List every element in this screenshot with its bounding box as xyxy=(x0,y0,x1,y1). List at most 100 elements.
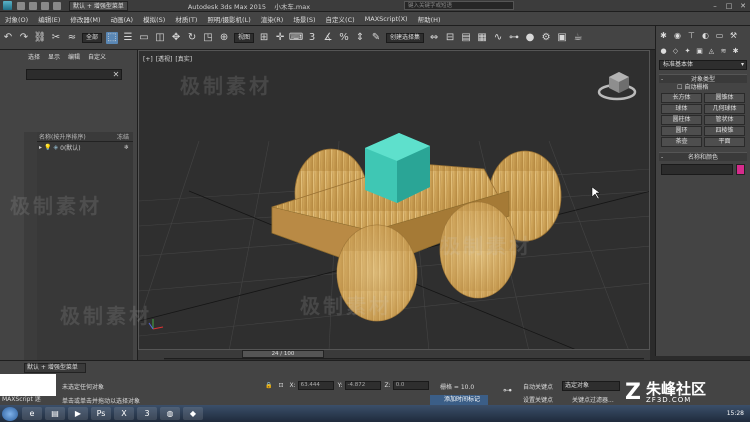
plane-button[interactable]: 平面 xyxy=(704,137,745,147)
start-button-icon[interactable] xyxy=(2,406,18,421)
menu-customize[interactable]: 自定义(C) xyxy=(321,14,360,24)
schematic-view-icon[interactable]: ⊶ xyxy=(508,32,520,44)
maximize-icon[interactable]: □ xyxy=(722,1,736,11)
manipulate-icon[interactable]: ✛ xyxy=(274,32,286,44)
curve-editor-icon[interactable]: ∿ xyxy=(492,32,504,44)
menu-object[interactable]: 对象(O) xyxy=(0,14,33,24)
selection-filter-dropdown[interactable]: 全部 xyxy=(82,32,103,43)
menu-animation[interactable]: 动画(A) xyxy=(106,14,139,24)
snap-toggle-icon[interactable]: 3 xyxy=(306,32,318,44)
shapes-icon[interactable]: ◇ xyxy=(671,47,680,56)
save-file-icon[interactable] xyxy=(41,1,49,10)
z-coordinate-field[interactable]: 0.0 xyxy=(392,381,429,390)
cameras-icon[interactable]: ▣ xyxy=(695,47,704,56)
systems-icon[interactable]: ✱ xyxy=(731,47,740,56)
rectangle-selection-icon[interactable]: ▭ xyxy=(138,32,150,44)
freeze-icon[interactable]: ❄ xyxy=(124,144,129,151)
undo-icon[interactable]: ↶ xyxy=(2,32,14,44)
place-icon[interactable]: ⊕ xyxy=(218,32,230,44)
taskbar-3dsmax-icon[interactable]: 3 xyxy=(137,407,157,420)
sx-menu-customize[interactable]: 自定义 xyxy=(88,52,106,61)
listener-pane[interactable] xyxy=(0,374,56,396)
graphite-ribbon-icon[interactable]: ▦ xyxy=(476,32,488,44)
taskbar-app-icon[interactable]: ◍ xyxy=(160,407,180,420)
menu-simulate[interactable]: 模拟(S) xyxy=(138,14,170,24)
spacewarps-icon[interactable]: ≋ xyxy=(719,47,728,56)
scene-search-input[interactable] xyxy=(26,69,122,80)
app-logo-icon[interactable] xyxy=(3,1,12,10)
display-tab-icon[interactable]: ▭ xyxy=(714,30,725,41)
taskbar-photoshop-icon[interactable]: Ps xyxy=(91,407,111,420)
cylinder-button[interactable]: 圆柱体 xyxy=(661,115,702,125)
column-frozen[interactable]: 冻结 xyxy=(117,132,133,141)
sx-menu-edit[interactable]: 编辑 xyxy=(68,52,80,61)
move-icon[interactable]: ✥ xyxy=(170,32,182,44)
object-color-swatch[interactable] xyxy=(736,164,745,175)
search-input[interactable]: 键入关键字或短语 xyxy=(404,1,515,10)
open-file-icon[interactable] xyxy=(29,1,37,10)
rotate-icon[interactable]: ↻ xyxy=(186,32,198,44)
window-crossing-icon[interactable]: ◫ xyxy=(154,32,166,44)
taskbar-folder-icon[interactable]: ▤ xyxy=(45,407,65,420)
set-key-button[interactable]: 设置关键点 xyxy=(523,395,553,404)
object-name-input[interactable] xyxy=(661,164,733,175)
taskbar-excel-icon[interactable]: X xyxy=(114,407,134,420)
pyramid-button[interactable]: 四棱锥 xyxy=(704,126,745,136)
list-item[interactable]: ▸ 💡 ◈ 0(默认) ❄ xyxy=(37,142,133,152)
render-setup-icon[interactable]: ⚙ xyxy=(540,32,552,44)
link-icon[interactable]: ⛓ xyxy=(34,32,47,44)
perspective-viewport[interactable]: [+] [透视] [真实] xyxy=(138,50,650,350)
key-filters-button[interactable]: 关键点过滤器... xyxy=(572,395,614,404)
keyboard-shortcut-icon[interactable]: ⌨ xyxy=(289,32,303,44)
clear-search-icon[interactable]: ✕ xyxy=(111,69,121,80)
autogrid-checkbox[interactable]: ☐ 自动栅格 xyxy=(659,83,747,92)
sx-menu-display[interactable]: 显示 xyxy=(48,52,60,61)
material-editor-icon[interactable]: ● xyxy=(524,32,536,44)
viewport-shading-label[interactable]: [真实] xyxy=(175,56,192,63)
viewport-menu-label[interactable]: [+] xyxy=(143,56,153,63)
menu-maxscript[interactable]: MAXScript(X) xyxy=(360,15,413,23)
helpers-icon[interactable]: ◬ xyxy=(707,47,716,56)
redo-icon[interactable]: ↷ xyxy=(18,32,30,44)
teapot-button[interactable]: 茶壶 xyxy=(661,137,702,147)
undo-quick-icon[interactable] xyxy=(53,1,61,10)
angle-snap-icon[interactable]: ∡ xyxy=(322,32,334,44)
menu-materials[interactable]: 材质(T) xyxy=(170,14,202,24)
geometry-icon[interactable]: ● xyxy=(659,47,668,56)
align-icon[interactable]: ⊟ xyxy=(444,32,456,44)
menu-modifiers[interactable]: 修改器(M) xyxy=(65,14,105,24)
modify-tab-icon[interactable]: ◉ xyxy=(672,30,683,41)
bind-spacewarp-icon[interactable]: ≈ xyxy=(66,32,78,44)
mirror-icon[interactable]: ⇔ xyxy=(428,32,440,44)
torus-button[interactable]: 圆环 xyxy=(661,126,702,136)
auto-key-button[interactable]: 自动关键点 xyxy=(523,382,553,391)
percent-snap-icon[interactable]: % xyxy=(338,32,350,44)
add-time-tag-button[interactable]: 添加时间标记 xyxy=(430,395,488,405)
viewcube-icon[interactable] xyxy=(597,72,637,101)
lock-icon[interactable]: 🔒 xyxy=(265,382,272,389)
viewport-pov-label[interactable]: [透视] xyxy=(156,56,173,63)
menu-scene[interactable]: 场景(S) xyxy=(288,14,320,24)
render-icon[interactable]: ☕ xyxy=(572,32,584,44)
tube-button[interactable]: 管状体 xyxy=(704,115,745,125)
scale-icon[interactable]: ◳ xyxy=(202,32,214,44)
close-icon[interactable]: ✕ xyxy=(736,1,750,11)
taskbar-ie-icon[interactable]: e xyxy=(22,407,42,420)
geometry-category-dropdown[interactable]: 标准基本体 ▾ xyxy=(659,60,747,70)
layer-manager-icon[interactable]: ▤ xyxy=(460,32,472,44)
column-name[interactable]: 名称(按升序排序) xyxy=(37,132,117,141)
light-bulb-icon[interactable]: 💡 xyxy=(44,144,51,151)
expand-arrow-icon[interactable]: ▸ xyxy=(39,144,42,151)
new-file-icon[interactable] xyxy=(17,1,25,10)
hierarchy-tab-icon[interactable]: ⊤ xyxy=(686,30,697,41)
rendered-frame-icon[interactable]: ▣ xyxy=(556,32,568,44)
box-button[interactable]: 长方体 xyxy=(661,93,702,103)
menu-help[interactable]: 帮助(H) xyxy=(413,14,446,24)
pivot-center-icon[interactable]: ⊞ xyxy=(258,32,270,44)
menu-rendering[interactable]: 渲染(R) xyxy=(256,14,289,24)
object-type-header[interactable]: - 对象类型 xyxy=(659,74,747,83)
maxscript-mini-listener[interactable]: 默认 + 增强型菜单 xyxy=(24,363,86,373)
utilities-tab-icon[interactable]: ⚒ xyxy=(728,30,739,41)
name-color-header[interactable]: - 名称和颜色 xyxy=(659,152,747,161)
minimize-icon[interactable]: – xyxy=(708,1,722,11)
